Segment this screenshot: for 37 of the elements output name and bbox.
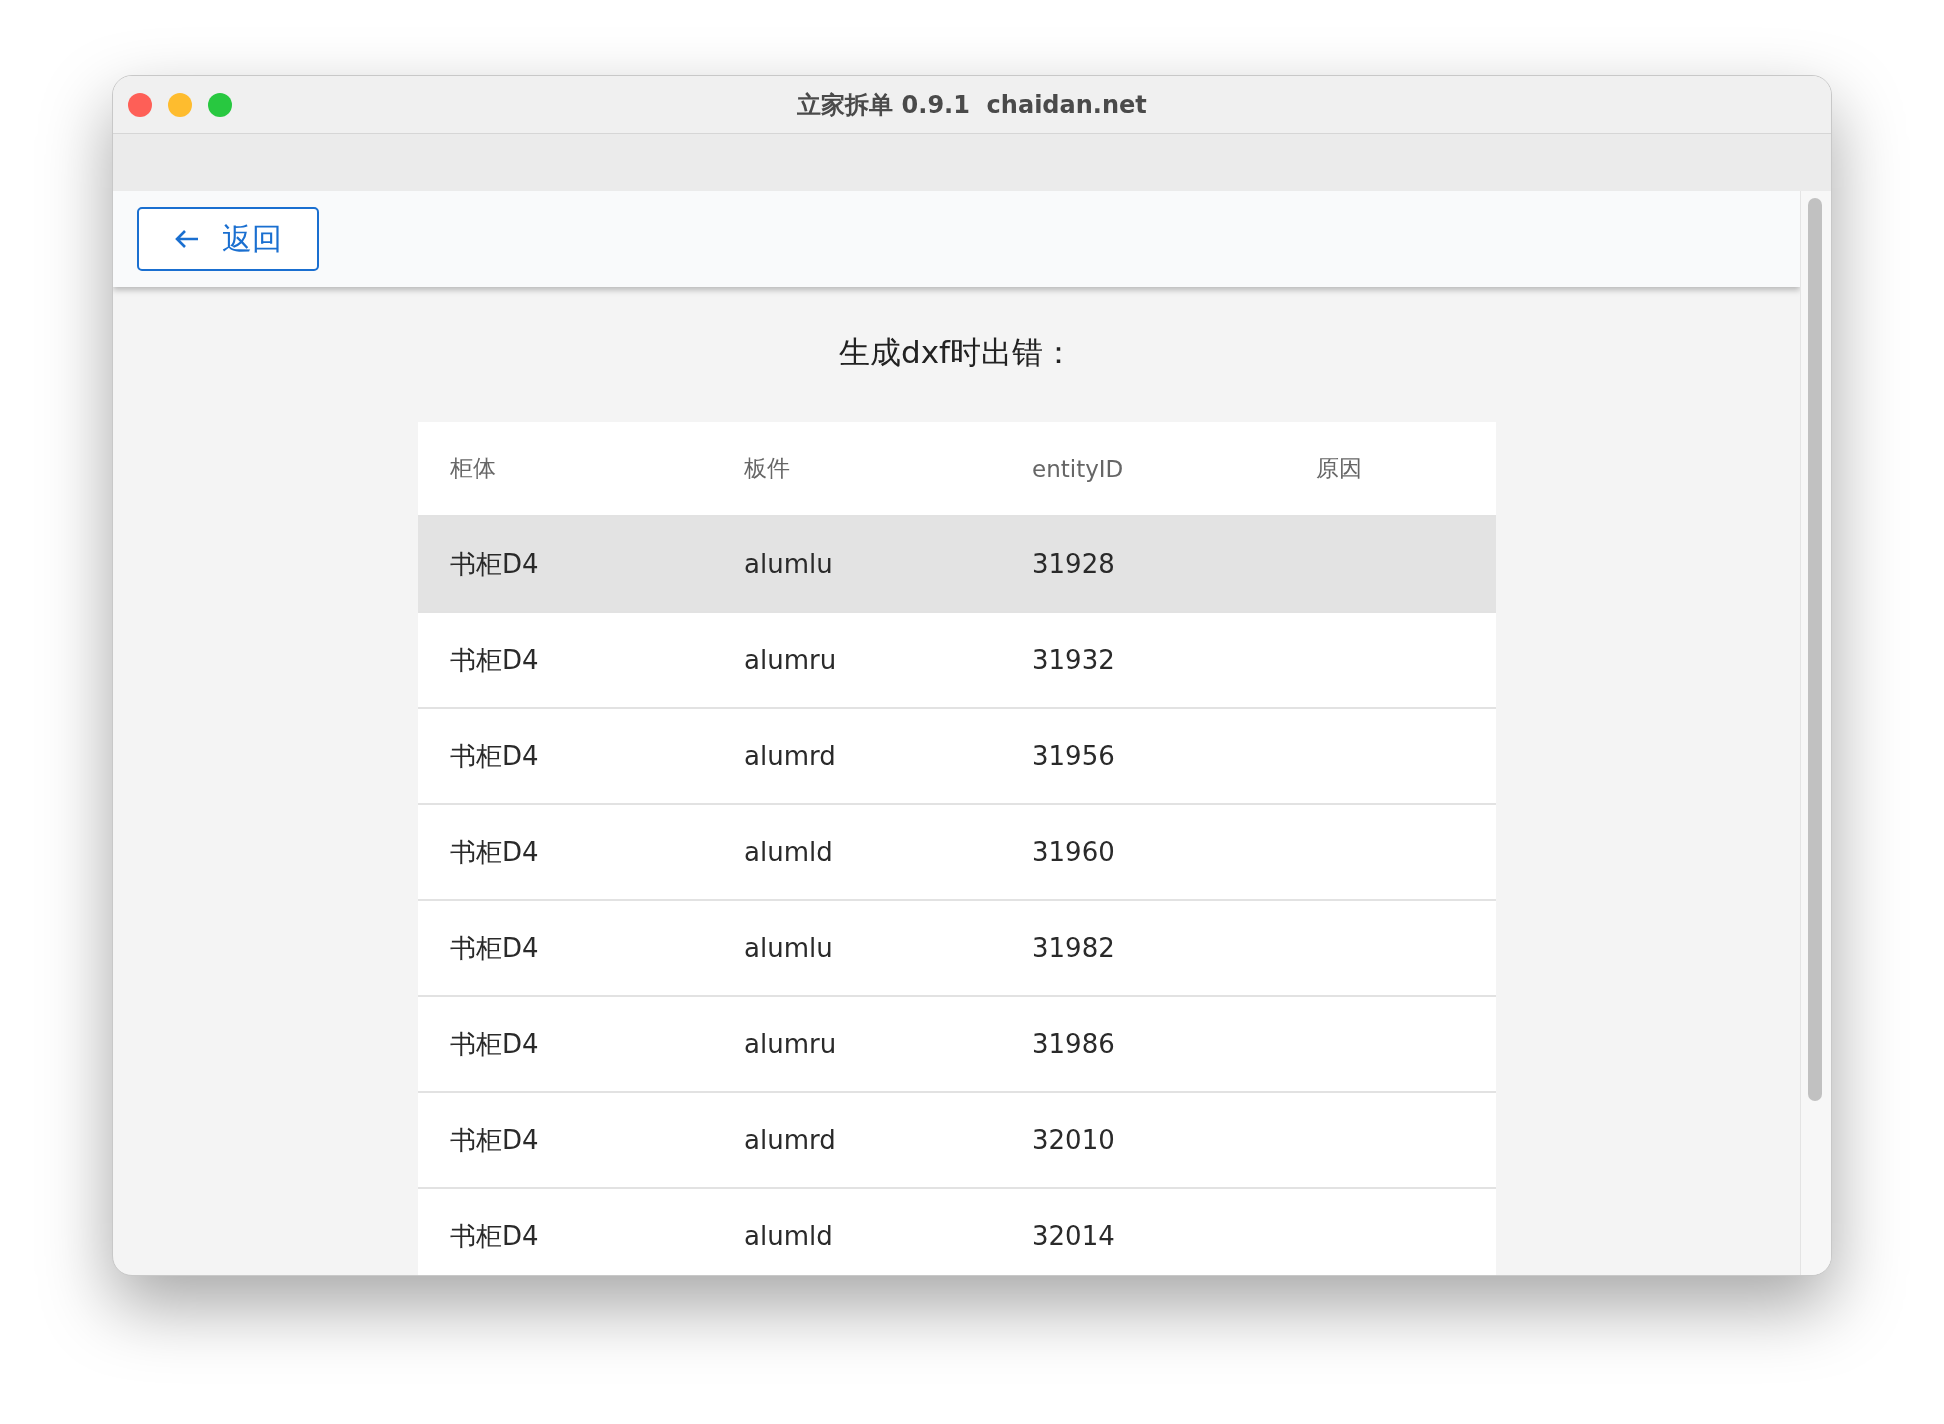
table-cell-text: 书柜D4 [449, 1123, 540, 1157]
table-row[interactable]: 书柜D4 alumlu 31928 [418, 517, 1496, 613]
table-cell-text: alumlu [743, 933, 834, 963]
table-cell-text: alumrd [743, 741, 837, 771]
table-cell-text: 书柜D4 [449, 1027, 540, 1061]
table-cell-text: 32010 [1031, 1125, 1116, 1155]
zoom-icon[interactable] [208, 93, 232, 117]
table-cell-text: alumrd [743, 1125, 837, 1155]
arrow-left-icon [174, 229, 200, 249]
column-header: entityID [1031, 455, 1125, 482]
table-cell-text: 31932 [1031, 645, 1116, 675]
table-cell-text: 31982 [1031, 933, 1116, 963]
table-cell-text: 书柜D4 [449, 643, 540, 677]
table-cell-text: 32014 [1031, 1221, 1116, 1251]
column-header: 柜体 [449, 454, 497, 483]
table-cell-text: alumld [743, 1221, 834, 1251]
column-header: 原因 [1315, 454, 1363, 483]
table-cell-text: alumld [743, 837, 834, 867]
table-cell-text: alumru [743, 645, 838, 675]
table-cell-text: 书柜D4 [449, 931, 540, 965]
table-cell-text: 31986 [1031, 1029, 1116, 1059]
table-cell-text: alumlu [743, 549, 834, 579]
table-cell-text: 31928 [1031, 549, 1116, 579]
table-cell-text: alumru [743, 1029, 838, 1059]
table-cell-text: 31960 [1031, 837, 1116, 867]
table-cell-text: 书柜D4 [449, 835, 540, 869]
table-cell-text: 书柜D4 [449, 547, 540, 581]
table-cell-text: 书柜D4 [449, 739, 540, 773]
window-title: 立家拆单 0.9.1 chaidan.net [797, 89, 1147, 121]
column-header: 板件 [743, 454, 791, 483]
back-button[interactable]: 返回 [137, 207, 319, 271]
close-icon[interactable] [128, 93, 152, 117]
scrollbar-thumb[interactable] [1808, 198, 1822, 1101]
table-cell-text: 31956 [1031, 741, 1116, 771]
table-cell-text: 书柜D4 [449, 1219, 540, 1253]
error-heading: 生成dxf时出错： [838, 333, 1075, 372]
minimize-icon[interactable] [168, 93, 192, 117]
